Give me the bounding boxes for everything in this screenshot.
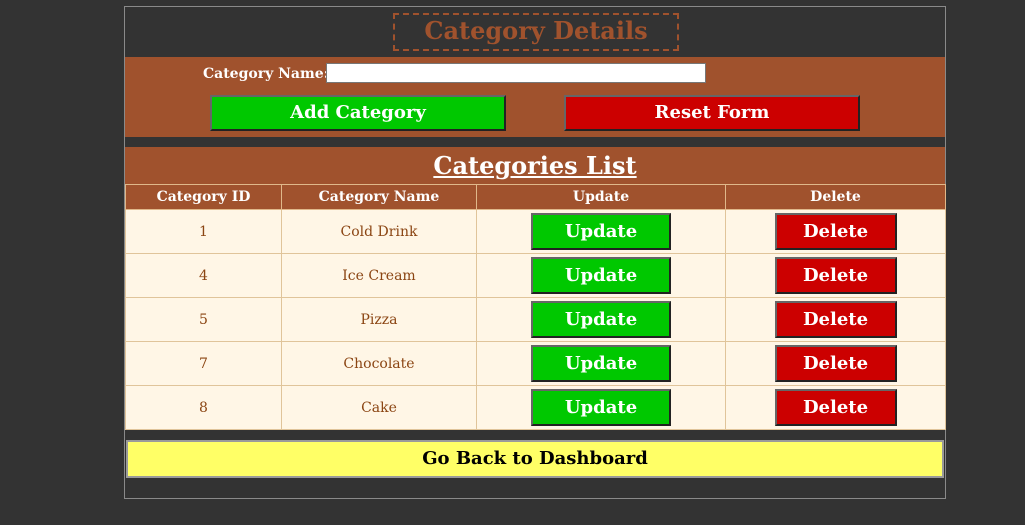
category-id-cell: 8 [125,385,282,430]
update-cell: Update [476,209,726,254]
update-cell: Update [476,341,726,386]
delete-button[interactable]: Delete [774,213,897,250]
category-name-cell: Pizza [281,297,477,342]
category-name-cell: Cake [281,385,477,430]
category-id-cell: 4 [125,253,282,298]
delete-cell: Delete [725,385,946,430]
reset-form-button[interactable]: Reset Form [564,95,860,131]
category-name-cell: Chocolate [281,341,477,386]
update-button[interactable]: Update [531,345,671,382]
category-name-cell: Ice Cream [281,253,477,298]
column-header-delete: Delete [725,184,946,210]
column-header-category-id: Category ID [125,184,282,210]
update-button[interactable]: Update [531,389,671,426]
column-header-category-name: Category Name [281,184,477,210]
table-row: 8 Cake Update Delete [125,385,946,430]
update-cell: Update [476,297,726,342]
update-button[interactable]: Update [531,213,671,250]
delete-cell: Delete [725,253,946,298]
page-title: Category Details [393,13,679,51]
update-cell: Update [476,385,726,430]
category-name-input[interactable] [326,63,706,83]
table-row: 7 Chocolate Update Delete [125,341,946,386]
delete-cell: Delete [725,341,946,386]
category-id-cell: 1 [125,209,282,254]
delete-cell: Delete [725,297,946,342]
back-to-dashboard-button[interactable]: Go Back to Dashboard [126,440,944,478]
delete-button[interactable]: Delete [774,301,897,338]
title-area: Category Details [125,7,945,57]
category-form: Category Name: Add Category Reset Form [125,57,945,137]
delete-button[interactable]: Delete [774,389,897,426]
category-name-cell: Cold Drink [281,209,477,254]
categories-list-header: Categories List [125,147,945,185]
update-button[interactable]: Update [531,257,671,294]
table-row: 4 Ice Cream Update Delete [125,253,946,298]
delete-button[interactable]: Delete [774,257,897,294]
category-id-cell: 5 [125,297,282,342]
update-cell: Update [476,253,726,298]
update-button[interactable]: Update [531,301,671,338]
column-header-update: Update [476,184,726,210]
table-header-row: Category ID Category Name Update Delete [125,184,946,210]
delete-button[interactable]: Delete [774,345,897,382]
category-name-label: Category Name: [203,66,329,82]
table-row: 1 Cold Drink Update Delete [125,209,946,254]
category-panel: Category Details Category Name: Add Cate… [124,6,946,499]
category-id-cell: 7 [125,341,282,386]
table-row: 5 Pizza Update Delete [125,297,946,342]
add-category-button[interactable]: Add Category [210,95,506,131]
categories-table: Category ID Category Name Update Delete … [125,184,946,430]
categories-list-title: Categories List [433,151,637,180]
delete-cell: Delete [725,209,946,254]
